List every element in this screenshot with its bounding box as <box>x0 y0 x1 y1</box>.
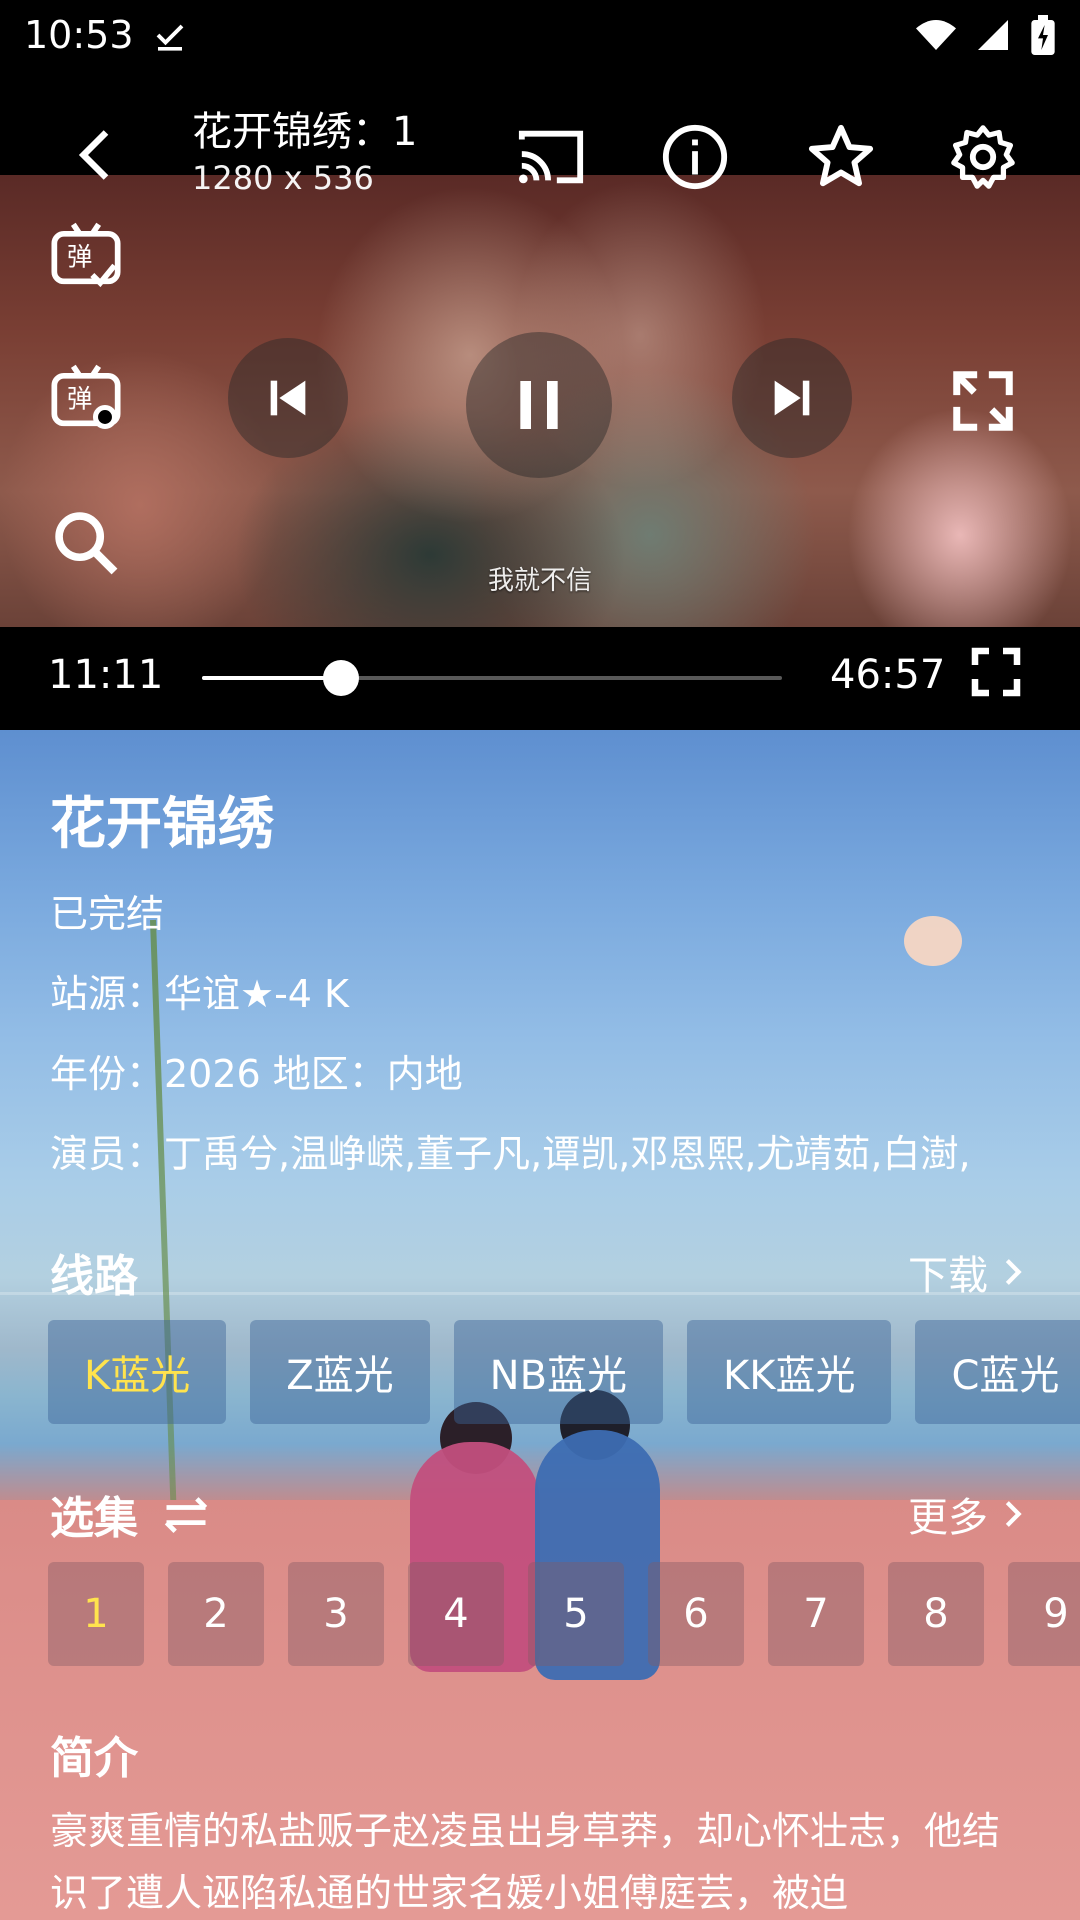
episode-chip-3[interactable]: 3 <box>288 1562 384 1666</box>
danmaku-toggle-button[interactable]: 弹 <box>48 218 124 294</box>
download-label: 下载 <box>908 1253 988 1299</box>
fullscreen-icon <box>971 647 1021 697</box>
player-title-block: 花开锦绣：1 1280 x 536 <box>192 108 417 200</box>
pause-icon <box>520 381 558 429</box>
episodes-title-group: 选集 <box>50 1482 212 1546</box>
info-button[interactable] <box>660 122 730 192</box>
episode-chip-9[interactable]: 9 <box>1008 1562 1080 1666</box>
intro-title: 简介 <box>50 1733 138 1784</box>
progress-row: 11:11 46:57 <box>0 630 1080 730</box>
settings-button[interactable] <box>948 122 1018 192</box>
episode-chip-7[interactable]: 7 <box>768 1562 864 1666</box>
svg-text:弹: 弹 <box>67 384 92 414</box>
favorite-button[interactable] <box>806 122 876 192</box>
screen-rotation-icon <box>953 371 1013 431</box>
show-year-region: 年份：2026 地区：内地 <box>50 1052 463 1096</box>
download-link[interactable]: 下载 <box>908 1243 1030 1301</box>
lines-list: K蓝光 Z蓝光 NB蓝光 KK蓝光 C蓝光 <box>48 1320 1080 1424</box>
show-source: 站源：华谊★-4 K <box>50 972 349 1016</box>
cast-button[interactable] <box>516 122 586 192</box>
gear-icon <box>951 125 1015 189</box>
seek-bar[interactable] <box>202 660 782 696</box>
lines-title: 线路 <box>50 1251 138 1302</box>
status-right <box>916 15 1056 55</box>
episode-chip-4[interactable]: 4 <box>408 1562 504 1666</box>
cast-icon <box>518 130 584 184</box>
skip-next-icon <box>774 380 810 416</box>
show-title: 花开锦绣 <box>50 792 274 857</box>
info-icon <box>662 124 728 190</box>
episode-chip-8[interactable]: 8 <box>888 1562 984 1666</box>
line-chip-nb[interactable]: NB蓝光 <box>453 1320 664 1424</box>
lines-header: 线路 下载 <box>50 1242 1030 1302</box>
chevron-right-icon <box>1005 1259 1022 1285</box>
battery-charging-icon <box>1031 15 1055 55</box>
rotate-screen-button[interactable] <box>948 366 1018 436</box>
episodes-header: 选集 更多 <box>50 1484 1030 1544</box>
episode-chip-1[interactable]: 1 <box>48 1562 144 1666</box>
previous-episode-button[interactable] <box>228 338 348 458</box>
video-subtitle: 我就不信 <box>487 566 592 596</box>
line-chip-k[interactable]: K蓝光 <box>48 1320 227 1424</box>
show-info: 花开锦绣 已完结 站源：华谊★-4 K 年份：2026 地区：内地 演员：丁禹兮… <box>50 790 971 1194</box>
svg-text:弹: 弹 <box>67 242 92 272</box>
episode-chip-5[interactable]: 5 <box>528 1562 624 1666</box>
status-bar: 10:53 <box>0 0 1080 70</box>
episode-chip-6[interactable]: 6 <box>648 1562 744 1666</box>
back-button[interactable] <box>66 125 126 185</box>
skip-previous-icon <box>270 380 306 416</box>
signal-icon <box>978 20 1008 50</box>
video-resolution: 1280 x 536 <box>192 159 374 197</box>
more-episodes-link[interactable]: 更多 <box>908 1485 1030 1543</box>
line-chip-kk[interactable]: KK蓝光 <box>687 1320 892 1424</box>
swap-order-icon[interactable] <box>160 1492 212 1536</box>
download-done-icon <box>156 24 183 51</box>
more-label: 更多 <box>908 1495 988 1541</box>
back-arrow-icon <box>78 130 109 180</box>
video-title: 花开锦绣：1 <box>192 109 418 155</box>
video-player[interactable]: 花开锦绣：1 1280 x 536 弹 弹 我就不信 11:11 46:57 <box>0 70 1080 730</box>
pause-button[interactable] <box>466 332 612 478</box>
seek-bar-thumb[interactable] <box>322 660 359 696</box>
star-icon <box>808 124 874 187</box>
line-chip-c[interactable]: C蓝光 <box>915 1320 1080 1424</box>
line-chip-z[interactable]: Z蓝光 <box>250 1320 430 1424</box>
wifi-icon <box>916 20 956 50</box>
danmaku-on-icon: 弹 <box>51 222 121 288</box>
details-panel: 花开锦绣 已完结 站源：华谊★-4 K 年份：2026 地区：内地 演员：丁禹兮… <box>0 730 1080 1920</box>
status-time: 10:53 <box>24 13 134 57</box>
status-left: 10:53 <box>24 13 188 57</box>
show-cast: 演员：丁禹兮,温峥嵘,董子凡,谭凯,邓恩熙,尤靖茹,白澍, <box>50 1132 971 1176</box>
intro-text: 豪爽重情的私盐贩子赵凌虽出身草莽，却心怀壮志，他结识了遭人诬陷私通的世家名媛小姐… <box>50 1809 1001 1915</box>
total-time: 46:57 <box>830 652 946 698</box>
current-time: 11:11 <box>48 652 164 698</box>
player-top-bar: 花开锦绣：1 1280 x 536 <box>0 70 1080 270</box>
show-status: 已完结 <box>50 892 165 936</box>
episodes-title: 选集 <box>50 1493 138 1544</box>
chevron-right-icon <box>1005 1501 1022 1527</box>
fullscreen-button[interactable] <box>968 644 1024 700</box>
seek-bar-fill <box>202 676 341 680</box>
episode-chip-2[interactable]: 2 <box>168 1562 264 1666</box>
danmaku-settings-button[interactable]: 弹 <box>48 360 124 436</box>
danmaku-settings-icon: 弹 <box>51 364 121 430</box>
next-episode-button[interactable] <box>732 338 852 458</box>
episodes-list: 1 2 3 4 5 6 7 8 9 <box>48 1562 1080 1666</box>
